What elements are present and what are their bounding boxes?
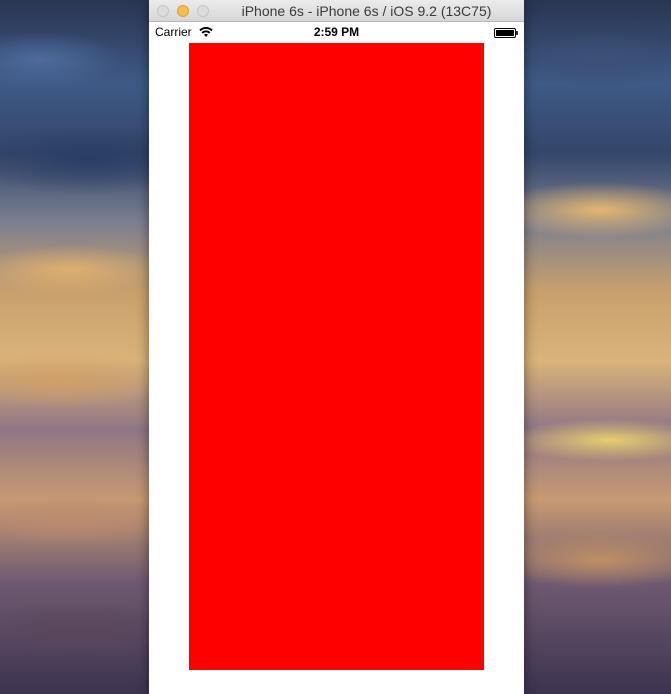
- ios-status-bar: Carrier 2:59 PM: [149, 22, 524, 42]
- window-title: iPhone 6s - iPhone 6s / iOS 9.2 (13C75): [241, 3, 492, 19]
- status-time: 2:59 PM: [313, 25, 360, 39]
- simulator-window: iPhone 6s - iPhone 6s / iOS 9.2 (13C75) …: [149, 0, 524, 694]
- close-window-button[interactable]: [157, 5, 169, 17]
- window-titlebar[interactable]: iPhone 6s - iPhone 6s / iOS 9.2 (13C75): [149, 0, 524, 22]
- zoom-window-button[interactable]: [197, 5, 209, 17]
- minimize-window-button[interactable]: [177, 5, 189, 17]
- battery-icon: [494, 28, 518, 38]
- red-view: [189, 43, 484, 670]
- app-screen: [149, 42, 524, 690]
